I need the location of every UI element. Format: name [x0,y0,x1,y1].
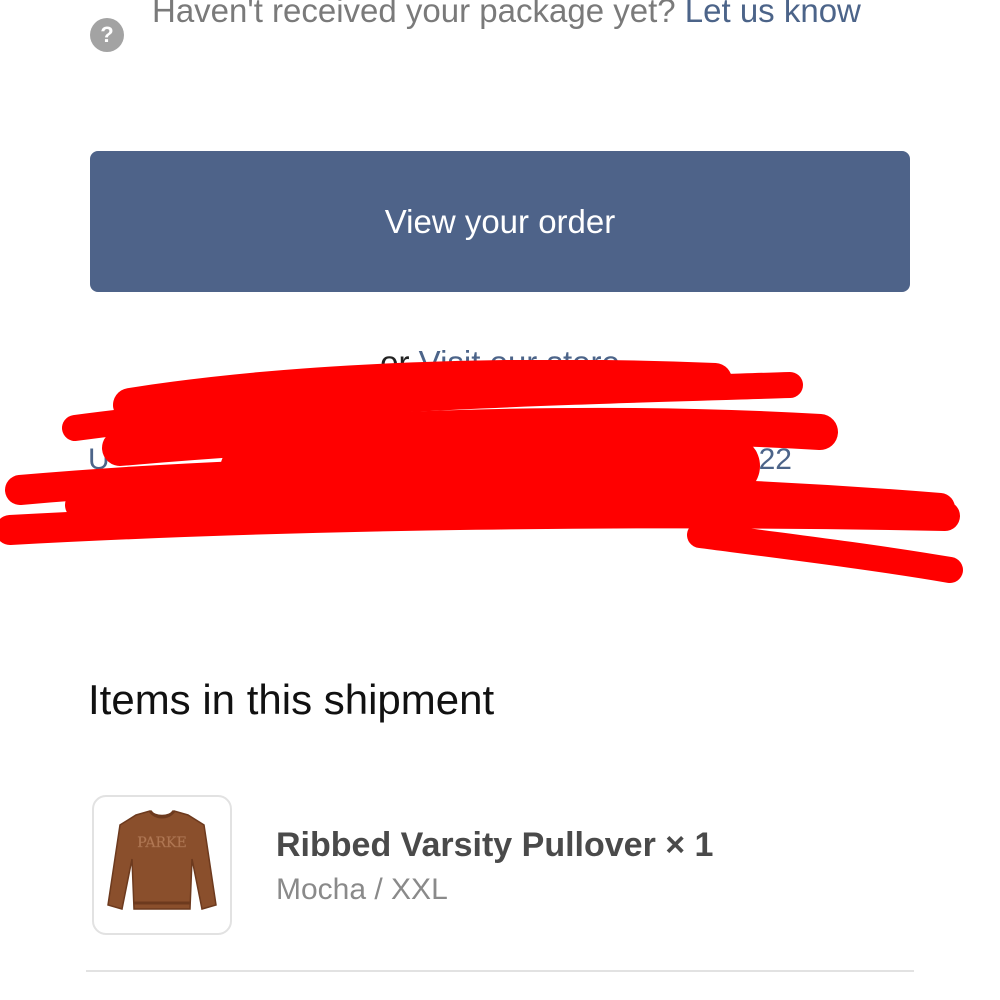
items-heading: Items in this shipment [88,676,495,723]
scribble-stroke [62,372,803,441]
tracking-row: U 322 [88,438,908,482]
tracking-number-tail[interactable]: 322 [742,438,792,482]
view-order-button[interactable]: View your order [90,151,910,292]
alternate-action-row: or Visit our store [0,338,1000,388]
help-message: Haven't received your package yet? [152,0,676,29]
scribble-stroke [0,498,960,545]
visit-store-link[interactable]: Visit our store [419,344,620,381]
scribble-stroke [65,474,955,523]
item-name[interactable]: Ribbed Varsity Pullover × 1 [276,822,713,868]
sweater-print-text: PARKE [137,835,186,851]
item-variant: Mocha / XXL [276,873,448,906]
sweater-image: PARKE [107,809,217,910]
let-us-know-link[interactable]: Let us know [685,0,861,29]
question-circle-icon: ? [90,18,124,52]
scribble-stroke [687,522,963,583]
shipping-email-page: ? Haven't received your package yet? Let… [0,0,1000,1000]
or-text: or [380,344,410,381]
product-thumbnail[interactable]: PARKE [92,795,232,935]
help-text: Haven't received your package yet? Let u… [152,0,912,36]
divider [86,970,914,972]
sweater-body [107,810,217,910]
tracking-prefix: U [88,443,110,476]
